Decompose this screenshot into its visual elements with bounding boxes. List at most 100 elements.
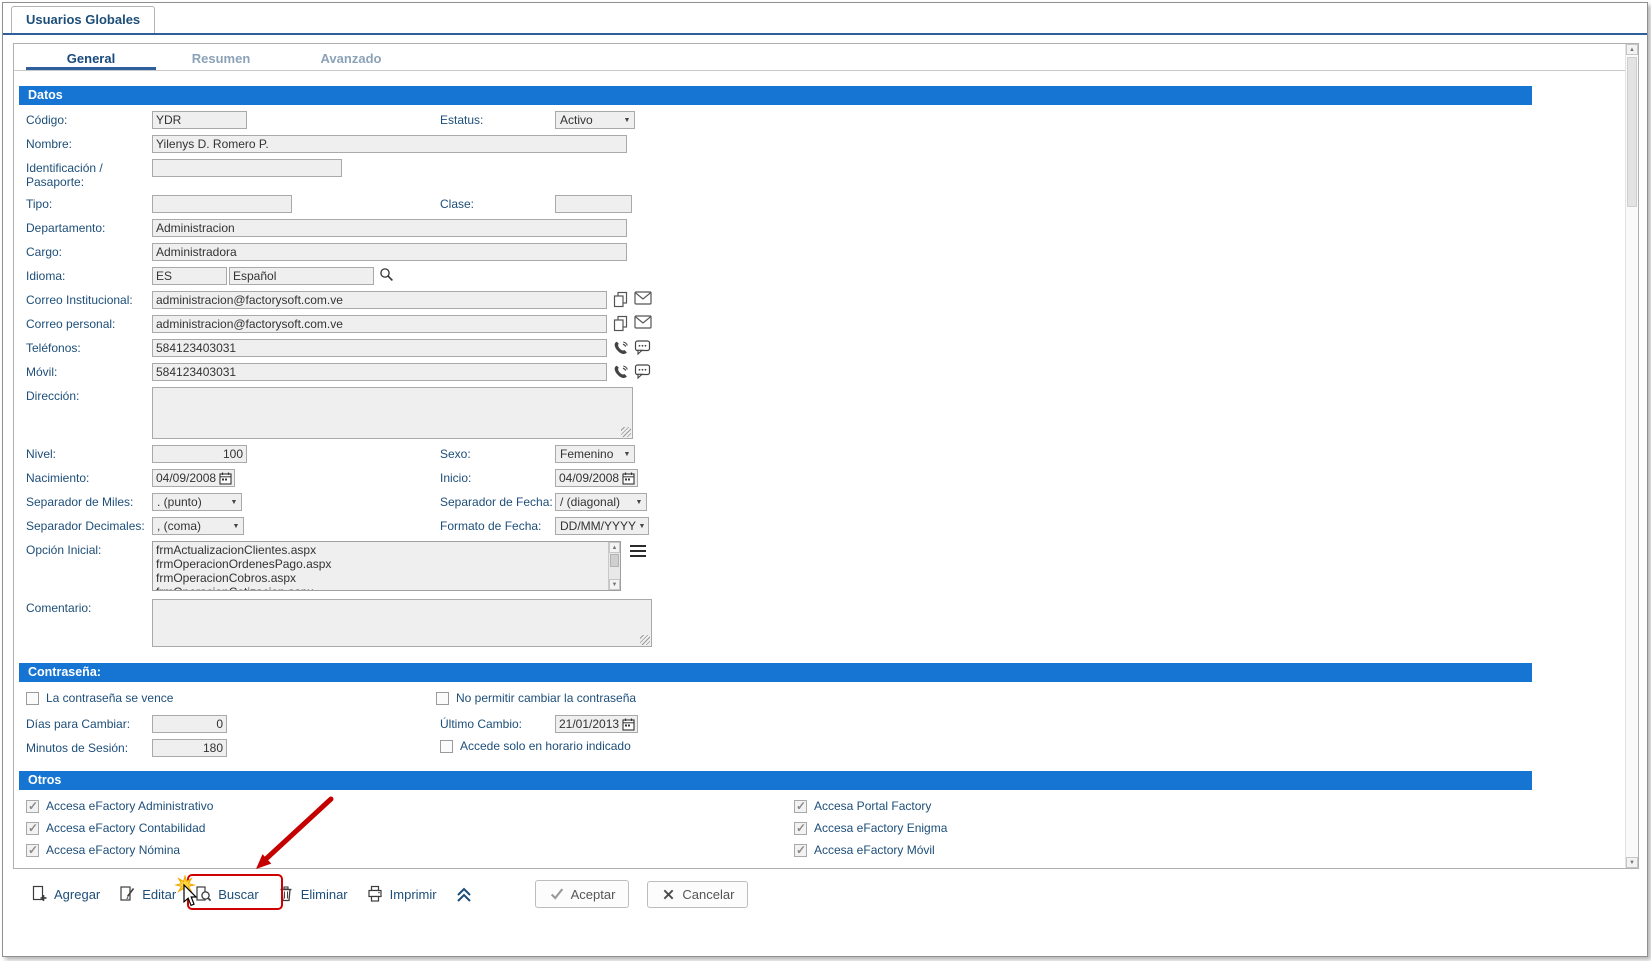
phone-icon[interactable] <box>612 339 629 356</box>
scroll-up-icon[interactable] <box>1626 44 1638 55</box>
separador-miles-value: . (punto) <box>157 495 202 509</box>
horario-indicado-checkbox[interactable] <box>440 740 453 753</box>
idioma-code-input[interactable] <box>152 267 227 285</box>
close-icon <box>661 887 676 902</box>
identificacion-input[interactable] <box>152 159 342 177</box>
row-codigo: Código: Estatus: Activo <box>19 111 1624 129</box>
list-item[interactable]: frmOperacionCobros.aspx <box>156 571 606 585</box>
accesa-administrativo-checkbox[interactable] <box>26 800 39 813</box>
dias-cambiar-input[interactable] <box>152 715 227 733</box>
correo-institucional-input[interactable] <box>152 291 607 309</box>
scrollbar-thumb[interactable] <box>1627 57 1637 207</box>
minutos-sesion-label: Minutos de Sesión: <box>26 739 152 755</box>
chevron-down-icon <box>229 518 243 534</box>
agregar-button[interactable]: Agregar <box>30 885 100 903</box>
separador-miles-select[interactable]: . (punto) <box>152 493 242 511</box>
estatus-label: Estatus: <box>440 111 555 127</box>
tab-general[interactable]: General <box>26 44 156 70</box>
departamento-label: Departamento: <box>26 219 152 235</box>
scroll-down-icon[interactable] <box>609 579 620 590</box>
section-datos: Datos <box>19 86 1532 105</box>
departamento-input[interactable] <box>152 219 627 237</box>
separador-miles-label: Separador de Miles: <box>26 493 152 509</box>
accesa-movil-checkbox[interactable] <box>794 844 807 857</box>
separador-fecha-select[interactable]: / (diagonal) <box>555 493 647 511</box>
cargo-input[interactable] <box>152 243 627 261</box>
movil-label: Móvil: <box>26 363 152 379</box>
vertical-scrollbar[interactable] <box>1625 44 1638 868</box>
direccion-label: Dirección: <box>26 387 152 403</box>
nacimiento-date-field[interactable]: 04/09/2008 <box>152 469 235 487</box>
calendar-icon[interactable] <box>622 472 635 485</box>
accesa-contabilidad-checkbox[interactable] <box>26 822 39 835</box>
tab-usuarios-globales[interactable]: Usuarios Globales <box>11 6 155 33</box>
listbox-scrollbar[interactable] <box>608 542 620 590</box>
nivel-label: Nivel: <box>26 445 152 461</box>
buscar-button[interactable]: Buscar <box>194 885 258 903</box>
editar-button[interactable]: Editar <box>118 885 176 903</box>
no-cambiar-contrasena-checkbox[interactable] <box>436 692 449 705</box>
sms-icon[interactable] <box>634 363 651 380</box>
calendar-icon[interactable] <box>219 472 232 485</box>
ultimo-cambio-date-field[interactable]: 21/01/2013 <box>555 715 638 733</box>
tipo-input[interactable] <box>152 195 292 213</box>
row-movil: Móvil: <box>19 363 1624 381</box>
copy-icon[interactable] <box>612 291 629 308</box>
no-cambiar-contrasena-label: No permitir cambiar la contraseña <box>456 691 636 705</box>
minutos-sesion-input[interactable] <box>152 739 227 757</box>
row-correo-institucional: Correo Institucional: <box>19 291 1624 309</box>
row-correo-personal: Correo personal: <box>19 315 1624 333</box>
nivel-input[interactable] <box>152 445 247 463</box>
contrasena-vence-checkbox[interactable] <box>26 692 39 705</box>
accesa-enigma-checkbox[interactable] <box>794 822 807 835</box>
opcion-inicial-listbox[interactable]: frmActualizacionClientes.aspx frmOperaci… <box>152 541 621 591</box>
separador-decimales-select[interactable]: , (coma) <box>152 517 244 535</box>
formato-fecha-select[interactable]: DD/MM/YYYY <box>555 517 649 535</box>
tab-avanzado[interactable]: Avanzado <box>286 44 416 70</box>
collapse-toolbar-button[interactable] <box>455 885 473 903</box>
estatus-select[interactable]: Activo <box>555 111 635 129</box>
accesa-contabilidad-label: Accesa eFactory Contabilidad <box>46 821 205 835</box>
list-item[interactable]: frmActualizacionClientes.aspx <box>156 543 606 557</box>
phone-icon[interactable] <box>612 363 629 380</box>
agregar-label: Agregar <box>54 887 100 902</box>
comentario-textarea[interactable] <box>152 599 652 647</box>
resize-grip-icon[interactable] <box>621 427 631 437</box>
idioma-name-input[interactable] <box>229 267 374 285</box>
eliminar-label: Eliminar <box>301 887 348 902</box>
eliminar-button[interactable]: Eliminar <box>277 885 348 903</box>
calendar-icon[interactable] <box>622 718 635 731</box>
direccion-textarea[interactable] <box>152 387 633 439</box>
mail-icon[interactable] <box>634 315 652 329</box>
inicio-date-field[interactable]: 04/09/2008 <box>555 469 638 487</box>
copy-icon[interactable] <box>612 315 629 332</box>
mail-icon[interactable] <box>634 291 652 305</box>
telefonos-input[interactable] <box>152 339 607 357</box>
scroll-up-icon[interactable] <box>609 542 620 553</box>
sms-icon[interactable] <box>634 339 651 356</box>
accesa-nomina-checkbox[interactable] <box>26 844 39 857</box>
list-item[interactable]: frmOperacionCotizacion.aspx <box>156 585 606 591</box>
list-item[interactable]: frmOperacionOrdenesPago.aspx <box>156 557 606 571</box>
correo-personal-input[interactable] <box>152 315 607 333</box>
scrollbar-thumb[interactable] <box>610 554 619 567</box>
sexo-label: Sexo: <box>440 445 555 461</box>
cancelar-button[interactable]: Cancelar <box>647 881 748 908</box>
codigo-input[interactable] <box>152 111 247 129</box>
nombre-input[interactable] <box>152 135 627 153</box>
menu-icon[interactable] <box>629 544 647 558</box>
ultimo-cambio-value: 21/01/2013 <box>559 717 619 731</box>
resize-grip-icon[interactable] <box>640 635 650 645</box>
movil-input[interactable] <box>152 363 607 381</box>
imprimir-button[interactable]: Imprimir <box>366 885 437 903</box>
tab-resumen[interactable]: Resumen <box>156 44 286 70</box>
accesa-portal-factory-checkbox[interactable] <box>794 800 807 813</box>
scroll-down-icon[interactable] <box>1626 857 1638 868</box>
row-identificacion: Identificación / Pasaporte: <box>19 159 1624 189</box>
clase-input[interactable] <box>555 195 632 213</box>
aceptar-button[interactable]: Aceptar <box>535 880 630 908</box>
row-idioma: Idioma: <box>19 267 1624 285</box>
sexo-select[interactable]: Femenino <box>555 445 635 463</box>
printer-icon <box>366 885 384 903</box>
search-icon[interactable] <box>379 267 394 282</box>
